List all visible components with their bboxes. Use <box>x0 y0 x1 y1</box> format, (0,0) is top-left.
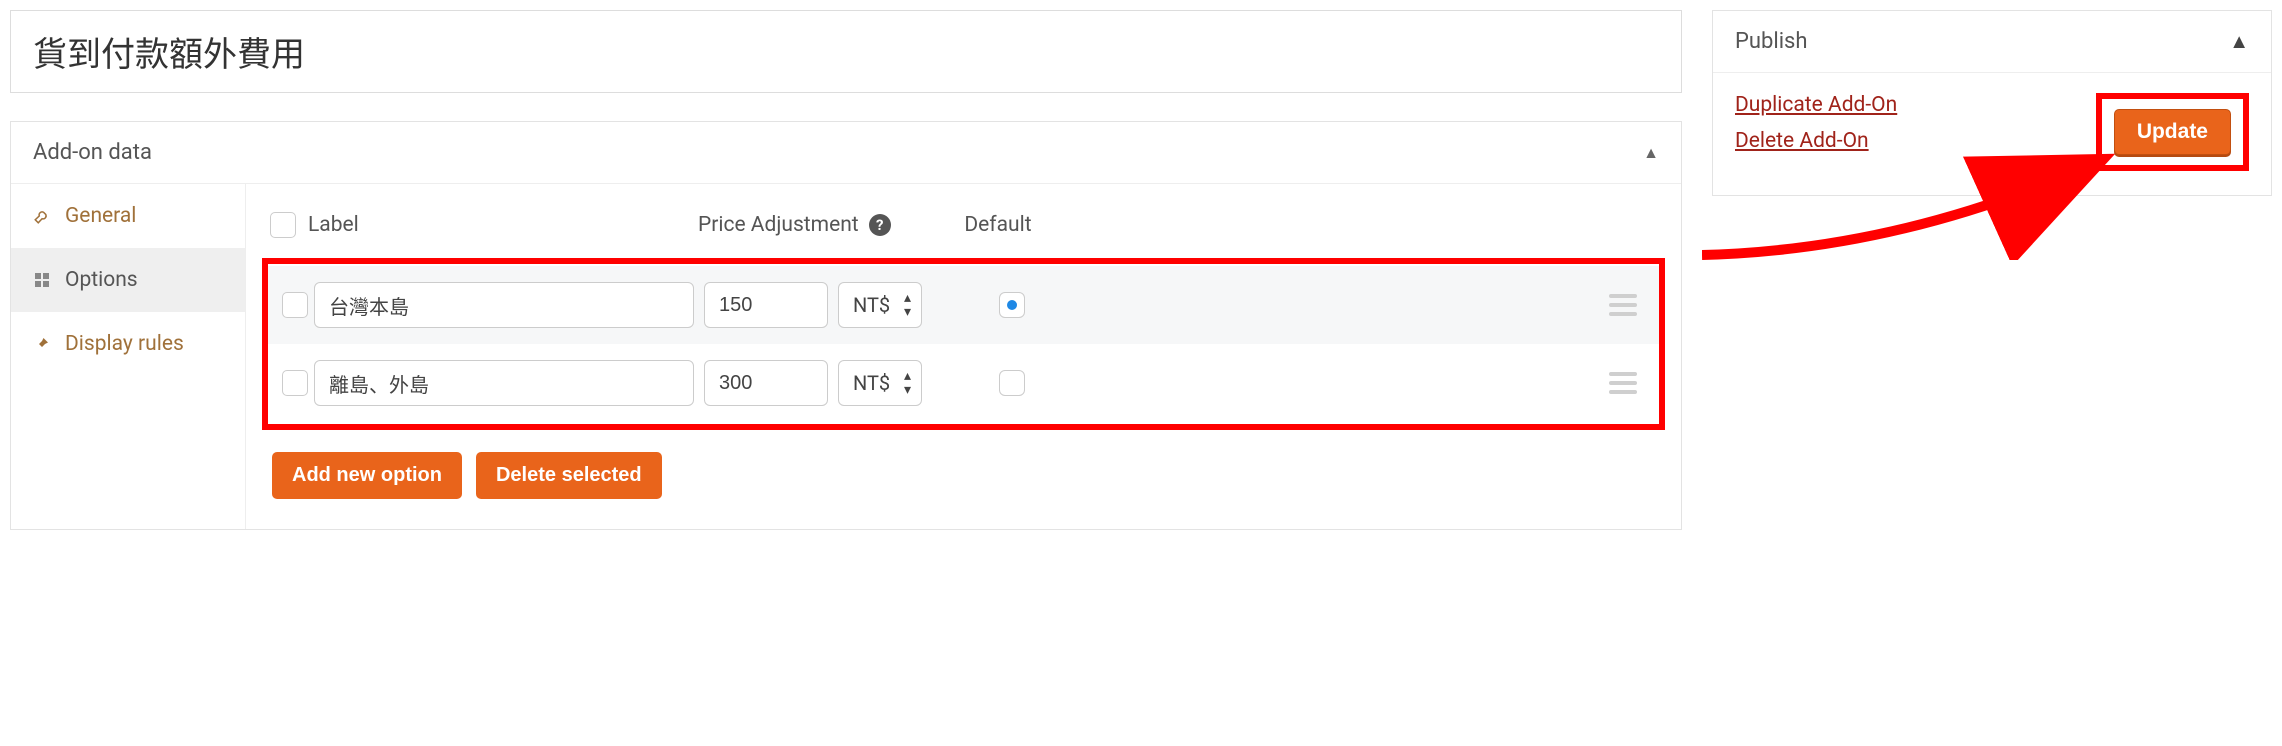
select-all-checkbox[interactable] <box>270 212 296 238</box>
col-header-label: Label <box>308 213 698 237</box>
update-button[interactable]: Update <box>2114 109 2231 155</box>
publish-header[interactable]: Publish ▲ <box>1713 11 2271 73</box>
default-radio[interactable] <box>999 292 1025 318</box>
publish-title: Publish <box>1735 29 1808 54</box>
sidebar-item-general[interactable]: General <box>11 184 245 248</box>
option-row: NT$ ▴▾ <box>268 266 1659 344</box>
price-input[interactable] <box>704 282 828 328</box>
panel-header[interactable]: Add-on data ▲ <box>11 122 1681 184</box>
col-header-price: Price Adjustment <box>698 213 859 237</box>
sidebar-item-display-rules[interactable]: Display rules <box>11 312 245 376</box>
add-new-option-button[interactable]: Add new option <box>272 452 462 499</box>
default-radio[interactable] <box>999 370 1025 396</box>
chevron-updown-icon: ▴▾ <box>904 369 911 397</box>
sidebar-item-label: Options <box>65 268 138 292</box>
row-checkbox[interactable] <box>282 370 308 396</box>
price-input[interactable] <box>704 360 828 406</box>
sidebar-item-options[interactable]: Options <box>11 248 245 312</box>
drag-handle-icon[interactable] <box>1609 372 1637 394</box>
title-box: 貨到付款額外費用 <box>10 10 1682 93</box>
options-header-row: Label Price Adjustment ? Default <box>262 206 1665 258</box>
currency-select[interactable]: NT$ ▴▾ <box>838 282 922 328</box>
chevron-updown-icon: ▴▾ <box>904 291 911 319</box>
sidebar-item-label: General <box>65 204 136 228</box>
addon-data-panel: Add-on data ▲ General Options <box>10 121 1682 530</box>
delete-addon-link[interactable]: Delete Add-On <box>1735 129 1897 153</box>
currency-value: NT$ <box>853 293 890 317</box>
sidebar: General Options Display rules <box>11 184 246 529</box>
options-icon <box>33 272 51 288</box>
currency-select[interactable]: NT$ ▴▾ <box>838 360 922 406</box>
help-icon[interactable]: ? <box>869 214 891 236</box>
label-input[interactable] <box>314 282 694 328</box>
drag-handle-icon[interactable] <box>1609 294 1637 316</box>
options-rows-highlight: NT$ ▴▾ <box>262 258 1665 430</box>
collapse-icon[interactable]: ▲ <box>1643 143 1659 163</box>
label-input[interactable] <box>314 360 694 406</box>
page-title[interactable]: 貨到付款額外費用 <box>33 27 1659 76</box>
duplicate-addon-link[interactable]: Duplicate Add-On <box>1735 93 1897 117</box>
delete-selected-button[interactable]: Delete selected <box>476 452 662 499</box>
row-checkbox[interactable] <box>282 292 308 318</box>
update-highlight: Update <box>2096 93 2249 171</box>
collapse-icon[interactable]: ▲ <box>2229 29 2249 54</box>
pin-icon <box>33 335 51 353</box>
col-header-default: Default <box>948 213 1048 237</box>
wrench-icon <box>33 207 51 225</box>
currency-value: NT$ <box>853 371 890 395</box>
sidebar-item-label: Display rules <box>65 332 184 356</box>
publish-panel: Publish ▲ Duplicate Add-On Delete Add-On… <box>1712 10 2272 196</box>
option-row: NT$ ▴▾ <box>268 344 1659 422</box>
panel-title: Add-on data <box>33 140 152 165</box>
